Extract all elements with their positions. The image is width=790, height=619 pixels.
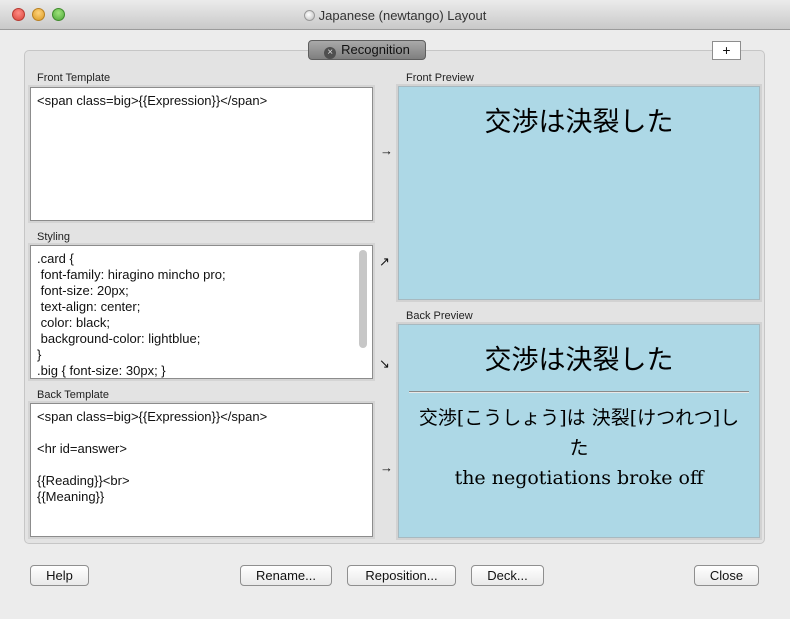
styling-scrollbar[interactable] (359, 250, 367, 348)
help-button[interactable]: Help (30, 565, 89, 586)
add-card-type-button[interactable]: + (712, 41, 741, 60)
back-template-label: Back Template (37, 389, 109, 401)
back-preview-label: Back Preview (406, 310, 473, 322)
deck-button[interactable]: Deck... (471, 565, 544, 586)
styling-label: Styling (37, 231, 71, 243)
rename-button[interactable]: Rename... (240, 565, 332, 586)
front-arrow-icon: → (380, 143, 393, 158)
layout-window: Japanese (newtango) Layout × Recognition … (0, 0, 790, 619)
meaning-line: the negotiations broke off (454, 467, 704, 489)
reading-line-2: た (569, 437, 589, 459)
title-bar[interactable]: Japanese (newtango) Layout (0, 0, 790, 30)
answer-divider (409, 391, 749, 393)
reading-line-1: 交渉[こうしょう]は 決裂[けつれつ]し (418, 407, 740, 429)
document-icon (303, 10, 315, 21)
front-template-editor[interactable]: <span class=big>{{Expression}}</span> (30, 87, 373, 221)
close-button[interactable]: Close (694, 565, 759, 586)
tab-recognition[interactable]: × Recognition (308, 40, 426, 60)
front-preview-expression: 交渉は決裂した (484, 107, 674, 138)
styling-up-arrow-icon: ↗ (379, 254, 390, 269)
tab-recognition-label: Recognition (341, 42, 410, 57)
window-title: Japanese (newtango) Layout (0, 8, 790, 23)
front-preview-label: Front Preview (406, 72, 474, 84)
back-preview-expression: 交渉は決裂した (484, 345, 674, 376)
front-template-label: Front Template (37, 72, 111, 84)
back-preview: 交渉は決裂した 交渉[こうしょう]は 決裂[けつれつ]し た the negot… (398, 324, 760, 538)
front-preview: 交渉は決裂した (398, 86, 760, 300)
back-preview-reading: 交渉[こうしょう]は 決裂[けつれつ]し た the negotiations … (399, 403, 759, 493)
styling-down-arrow-icon: ↘ (379, 356, 390, 371)
close-tab-icon[interactable]: × (324, 47, 337, 59)
back-template-editor[interactable]: <span class=big>{{Expression}}</span> <h… (30, 403, 373, 537)
reposition-button[interactable]: Reposition... (347, 565, 456, 586)
styling-editor[interactable]: .card { font-family: hiragino mincho pro… (30, 245, 373, 379)
back-arrow-icon: → (380, 460, 393, 475)
